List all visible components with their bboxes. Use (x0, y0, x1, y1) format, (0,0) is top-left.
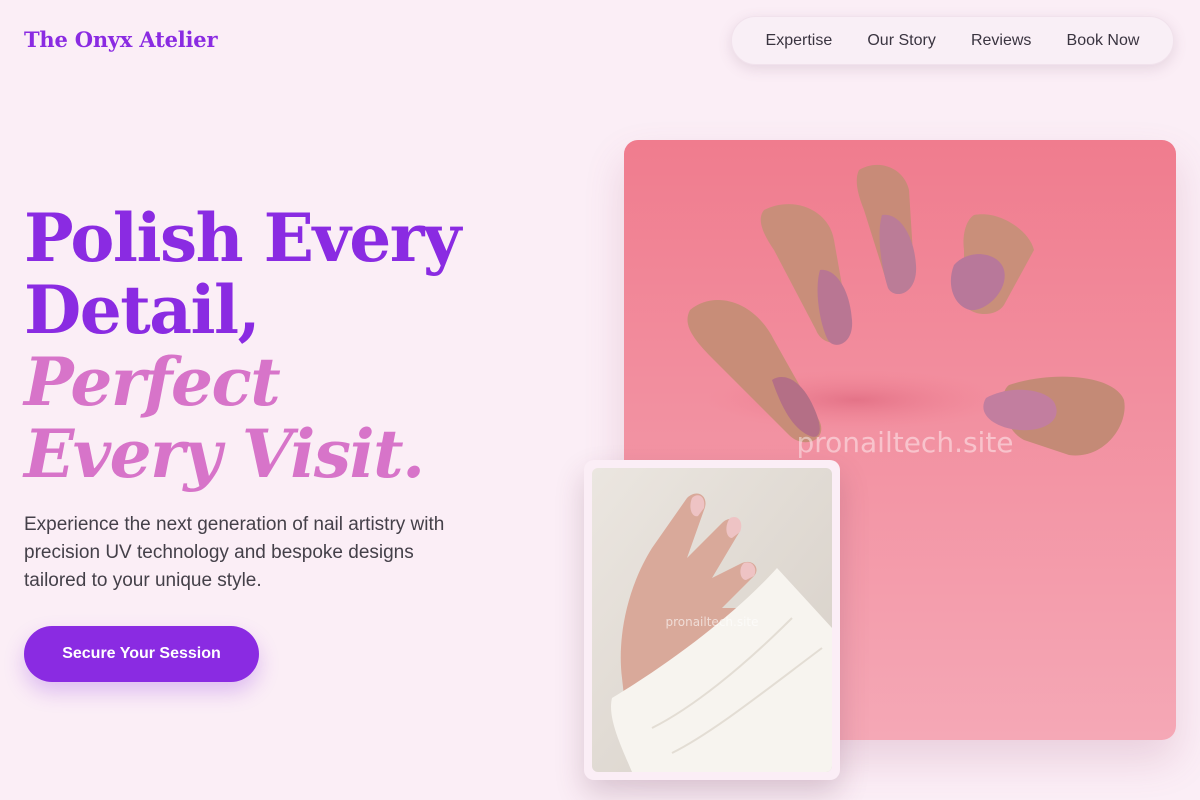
inset-image-watermark: pronailtech.site (665, 615, 758, 629)
hero-title-line1: Polish Every Detail, (24, 199, 461, 349)
hero-inset-image: pronailtech.site (584, 460, 840, 780)
hero-description: Experience the next generation of nail a… (24, 514, 445, 591)
nav-link-our-story[interactable]: Our Story (867, 32, 935, 50)
brand-logo[interactable]: The Onyx Atelier (24, 27, 218, 52)
nav-link-reviews[interactable]: Reviews (971, 32, 1031, 50)
hero-title: Polish Every Detail, Perfect Every Visit… (24, 202, 494, 490)
nav-link-book-now[interactable]: Book Now (1067, 32, 1140, 50)
nav-link-expertise[interactable]: Expertise (766, 32, 833, 50)
main-nav: Expertise Our Story Reviews Book Now (731, 16, 1174, 65)
secure-session-button[interactable]: Secure Your Session (24, 626, 259, 682)
hero-title-line2: Perfect Every Visit. (24, 343, 425, 493)
main-image-watermark: pronailtech.site (796, 426, 1013, 459)
